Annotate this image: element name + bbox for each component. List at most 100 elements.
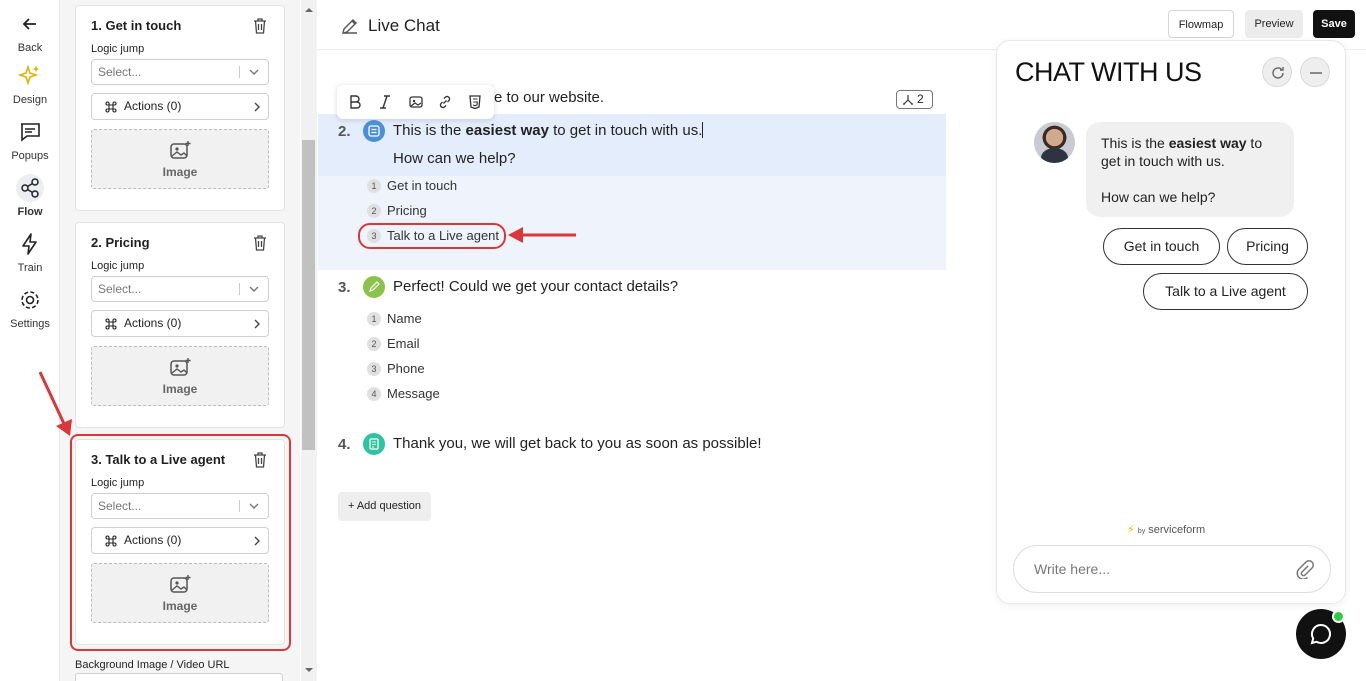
option-label: Name [387,311,422,326]
list-item[interactable]: 2 Pricing [367,203,427,218]
branch-icon [903,95,913,105]
list-item[interactable]: 1 Get in touch [367,178,457,193]
image-icon [170,141,191,159]
card-title: 2. Pricing [91,235,150,250]
gear-icon [21,291,39,309]
contact-form-icon [363,276,385,298]
pencil-icon[interactable] [340,16,360,36]
link-icon[interactable] [437,94,453,110]
nav-label-settings: Settings [10,318,50,330]
logic-jump-select[interactable]: Select... [91,59,269,85]
select-placeholder: Select... [98,65,142,79]
html-icon[interactable] [467,94,483,110]
q2-text-pre: This is the [393,122,466,139]
branch-count: 2 [917,92,924,106]
actions-button[interactable]: Actions (0) [91,310,269,337]
message-square-icon [21,123,40,142]
question-2-text[interactable]: This is the easiest way to get in touch … [393,122,704,139]
option-label: Email [387,336,420,351]
answer-card-get-in-touch: 1. Get in touch Logic jump Select... Act… [75,5,285,211]
actions-label: Actions (0) [124,99,182,113]
scroll-down-icon[interactable] [305,666,313,674]
list-item[interactable]: 1 Name [367,311,422,326]
image-upload[interactable]: Image [91,129,269,189]
nav-item-popups[interactable]: Popups [0,118,60,162]
nav-item-train[interactable]: Train [0,230,60,274]
paperclip-icon[interactable] [1294,559,1314,579]
powered-by[interactable]: ⚡ by serviceform [1127,523,1205,536]
chat-message-input[interactable]: Write here... [1013,545,1331,593]
page-title[interactable]: Live Chat [368,16,440,36]
left-nav: Back Design Popups Flow Train Settings [0,0,60,681]
trash-icon[interactable] [250,233,270,253]
annotation-arrow-icon [38,371,72,436]
back-button[interactable]: Back [0,10,60,54]
question-number: 2. [338,123,351,140]
bolt-icon: ⚡ [1127,524,1135,536]
powered-by-label: by [1137,528,1146,535]
background-url-input[interactable] [75,673,283,681]
back-label: Back [17,42,43,54]
branch-count-badge[interactable]: 2 [896,90,933,109]
online-status-dot [1332,610,1345,623]
question-3-text[interactable]: Perfect! Could we get your contact detai… [393,278,678,295]
share-nodes-icon [16,174,44,202]
question-2-line2[interactable]: How can we help? [393,150,516,167]
logic-jump-label: Logic jump [91,43,145,55]
list-item[interactable]: 4 Message [367,386,440,401]
panel-scrollbar-thumb[interactable] [302,140,315,450]
logic-jump-label: Logic jump [91,260,145,272]
msg-bold: easiest way [1168,135,1247,151]
italic-icon[interactable] [377,94,393,110]
image-upload[interactable]: Image [91,346,269,406]
question-4-text[interactable]: Thank you, we will get back to you as so… [393,435,762,452]
scroll-up-icon[interactable] [305,6,313,14]
quick-reply-live-agent[interactable]: Talk to a Live agent [1143,273,1308,310]
image-icon[interactable] [408,94,424,110]
quick-reply-pricing[interactable]: Pricing [1227,228,1308,265]
nav-item-flow[interactable]: Flow [0,174,60,218]
nav-item-design[interactable]: Design [0,62,60,106]
option-number: 2 [367,337,381,351]
option-label: Message [387,386,440,401]
format-toolbar [337,85,494,119]
sparkles-icon [17,64,39,86]
nav-label-flow: Flow [17,206,43,218]
annotation-highlight-ring [358,223,506,249]
preview-button[interactable]: Preview [1245,10,1303,38]
bot-message-bubble: This is the easiest way to get in touch … [1086,122,1294,217]
nav-item-settings[interactable]: Settings [0,286,60,330]
add-question-button[interactable]: + Add question [338,492,431,521]
quick-reply-get-in-touch[interactable]: Get in touch [1103,228,1220,265]
image-label: Image [162,382,198,396]
option-number: 1 [367,179,381,193]
option-label: Phone [387,361,425,376]
welcome-text[interactable]: e to our website. [494,89,604,106]
answer-card-pricing: 2. Pricing Logic jump Select... Actions … [75,222,285,428]
brand-name: serviceform [1148,524,1206,536]
flowmap-button[interactable]: Flowmap [1168,10,1234,38]
chat-bubble-icon [1310,623,1331,645]
trash-icon[interactable] [250,16,270,36]
arrow-left-icon [22,18,36,30]
image-icon [170,358,191,376]
question-number: 3. [338,279,351,296]
bold-icon[interactable] [347,94,363,110]
list-item[interactable]: 3 Phone [367,361,425,376]
annotation-arrow-icon [508,227,576,243]
refresh-button[interactable] [1262,57,1292,87]
list-item[interactable]: 2 Email [367,336,420,351]
clipboard-icon [363,433,385,455]
msg-line2: How can we help? [1101,189,1216,205]
save-button[interactable]: Save [1313,10,1355,38]
command-icon [105,101,117,113]
agent-avatar [1034,122,1075,163]
q2-text-bold: easiest way [465,122,549,139]
nav-label-design: Design [12,94,48,106]
minimize-button[interactable] [1300,57,1330,87]
logic-jump-select[interactable]: Select... [91,276,269,302]
actions-button[interactable]: Actions (0) [91,93,269,120]
option-number: 1 [367,312,381,326]
select-placeholder: Select... [98,282,142,296]
option-number: 3 [367,362,381,376]
